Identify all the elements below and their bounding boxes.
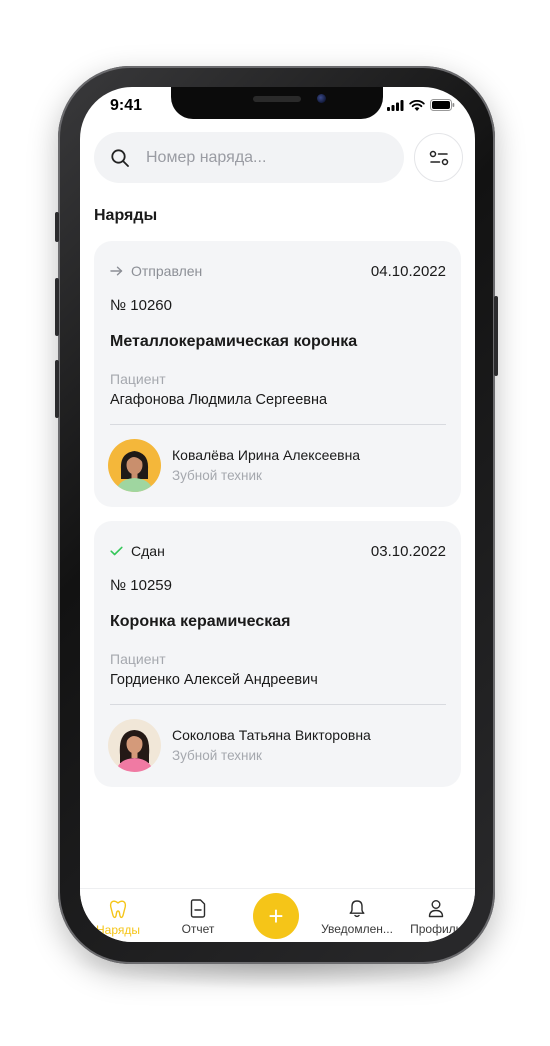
technician-role: Зубной техник bbox=[172, 468, 262, 483]
status-icons bbox=[387, 99, 455, 111]
notch bbox=[171, 87, 383, 119]
divider bbox=[110, 704, 446, 705]
order-date: 04.10.2022 bbox=[370, 263, 446, 280]
screen: 9:41 Номер наряда... Наряды Отправлен 04… bbox=[80, 87, 475, 942]
avatar bbox=[108, 439, 161, 492]
wifi-icon bbox=[409, 99, 425, 111]
search-icon bbox=[111, 148, 129, 167]
bell-icon bbox=[349, 900, 365, 918]
tab-profile[interactable]: Профиль bbox=[396, 899, 475, 936]
speaker bbox=[253, 96, 301, 102]
order-status: Отправлен bbox=[110, 263, 202, 279]
patient-name: Гордиенко Алексей Андреевич bbox=[110, 672, 318, 688]
tab-notifications[interactable]: Уведомлен... bbox=[317, 899, 397, 936]
patient-name: Агафонова Людмила Сергеевна bbox=[110, 392, 328, 408]
order-title: Металлокерамическая коронка bbox=[110, 333, 358, 350]
patient-label: Пациент bbox=[110, 371, 166, 387]
mute-switch bbox=[55, 212, 59, 242]
tooth-icon bbox=[109, 900, 127, 919]
section-title: Наряды bbox=[94, 207, 158, 224]
volume-down-button bbox=[55, 360, 59, 418]
order-card[interactable]: Сдан 03.10.2022 № 10259 Коронка керамиче… bbox=[94, 521, 461, 787]
power-button bbox=[494, 296, 498, 376]
avatar bbox=[108, 719, 161, 772]
order-number: № 10260 bbox=[110, 297, 172, 314]
volume-up-button bbox=[55, 278, 59, 336]
order-number: № 10259 bbox=[110, 577, 172, 594]
order-card[interactable]: Отправлен 04.10.2022 № 10260 Металлокера… bbox=[94, 241, 461, 507]
arrow-right-icon bbox=[110, 266, 123, 276]
document-icon bbox=[190, 899, 206, 918]
patient-label: Пациент bbox=[110, 651, 166, 667]
signal-icon bbox=[387, 99, 404, 111]
search-input[interactable] bbox=[144, 147, 388, 168]
order-date: 03.10.2022 bbox=[370, 543, 446, 560]
technician-name: Соколова Татьяна Викторовна bbox=[172, 727, 371, 743]
tab-profile-label: Профиль bbox=[410, 922, 462, 936]
tab-orders[interactable]: Наряды bbox=[80, 899, 158, 937]
filter-icon bbox=[429, 150, 448, 165]
status-time: 9:41 bbox=[110, 97, 143, 114]
user-icon bbox=[428, 900, 444, 918]
check-icon bbox=[110, 546, 123, 556]
technician-role: Зубной техник bbox=[172, 748, 262, 763]
filter-button[interactable] bbox=[414, 133, 463, 182]
tab-report-label: Отчет bbox=[181, 922, 215, 936]
order-status: Сдан bbox=[110, 543, 165, 559]
search-bar[interactable] bbox=[94, 132, 404, 183]
camera bbox=[317, 94, 326, 103]
add-order-button[interactable]: + bbox=[253, 893, 299, 939]
tab-report[interactable]: Отчет bbox=[158, 899, 238, 936]
divider bbox=[110, 424, 446, 425]
order-status-label: Отправлен bbox=[131, 263, 203, 279]
order-title: Коронка керамическая bbox=[110, 613, 291, 630]
tab-notifications-label: Уведомлен... bbox=[321, 922, 393, 936]
technician-name: Ковалёва Ирина Алексеевна bbox=[172, 447, 361, 463]
battery-icon bbox=[430, 99, 455, 111]
tab-orders-label: Наряды bbox=[95, 923, 140, 937]
order-status-label: Сдан bbox=[131, 543, 165, 559]
